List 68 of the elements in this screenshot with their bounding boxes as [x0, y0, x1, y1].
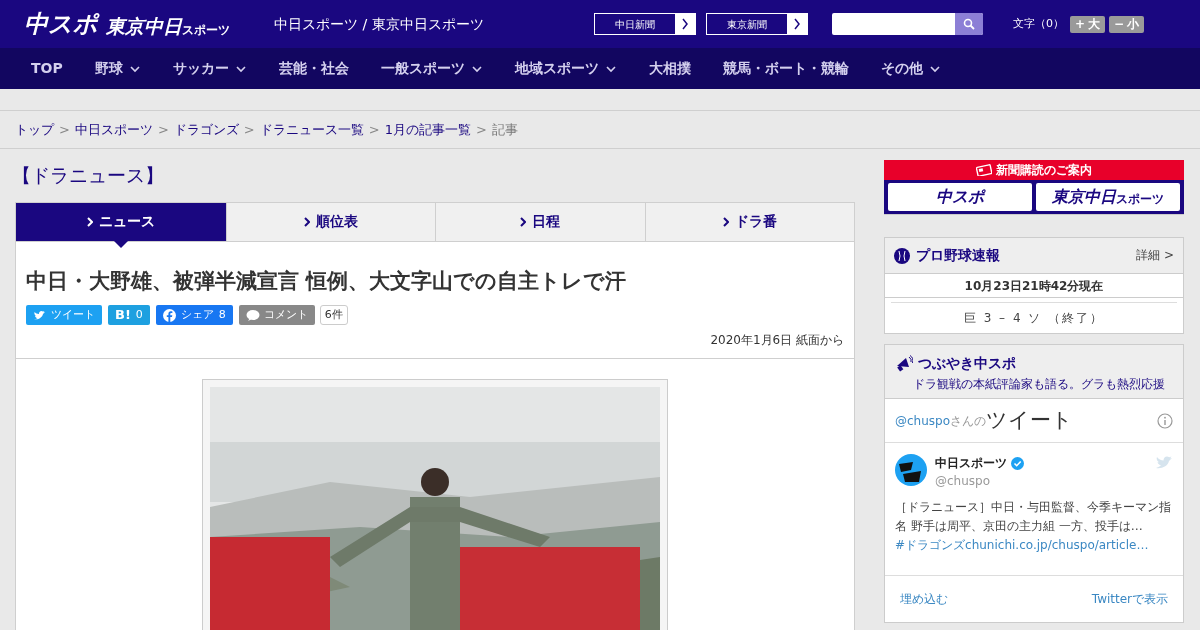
nav-item[interactable]: 一般スポーツ — [380, 58, 483, 79]
newspaper-icon — [976, 164, 992, 176]
tab[interactable]: ニュース — [16, 202, 226, 241]
subscription-banner[interactable]: 新聞購読のご案内 中スポ 東京中日スポーツ — [884, 160, 1184, 215]
chevron-icon — [722, 216, 729, 227]
article-headline: 中日・大野雄、被弾半減宣言 恒例、大文字山での自主トレで汗 — [26, 267, 628, 295]
hashtag-link[interactable]: #ドラゴンズ — [895, 538, 966, 552]
nav-item[interactable]: サッカー — [172, 58, 247, 79]
chevron-icon — [303, 216, 310, 227]
nav-item[interactable]: 競馬・ボート・競輪 — [722, 58, 849, 79]
game-score: 巨 3 – 4 ソ （終了） — [963, 310, 1105, 327]
breadcrumb-link[interactable]: ドラゴンズ — [173, 119, 239, 140]
share-button[interactable]: シェア 8 — [155, 305, 233, 325]
breadcrumb-separator: > — [368, 120, 380, 139]
chevron-icon — [520, 216, 527, 227]
chevron-icon — [681, 18, 689, 30]
handle-link[interactable]: @chuspo — [895, 411, 951, 430]
verified-badge-icon — [1011, 456, 1024, 470]
footer-link[interactable]: Twitterで表示 — [1091, 590, 1168, 608]
site-title: 中日スポーツ / 東京中日スポーツ — [274, 14, 485, 34]
comment-button[interactable]: コメント — [238, 305, 315, 325]
nav-item[interactable]: TOP — [31, 58, 63, 79]
facebook-icon — [162, 308, 176, 322]
font-size-label: 文字（0） — [1013, 15, 1064, 32]
site-logo[interactable]: 中スポ — [24, 12, 98, 36]
comment-count: 6件 — [319, 305, 348, 325]
panel-title: プロ野球速報 — [916, 246, 1000, 265]
tweet-link[interactable]: chunichi.co.jp/chuspo/article… — [965, 538, 1149, 552]
breadcrumb-link[interactable]: 1月の記事一覧 — [384, 119, 471, 140]
speech-bubble-icon — [245, 308, 260, 322]
site-logo[interactable]: 東京中日スポーツ — [106, 17, 230, 36]
chevron-icon — [86, 216, 93, 227]
heading-text: さんの — [950, 412, 987, 428]
breadcrumb-link[interactable]: トップ — [15, 119, 54, 140]
timeline-heading: ツイート — [986, 406, 1074, 434]
breadcrumb-separator: > — [475, 120, 487, 139]
nav-item[interactable]: 野球 — [94, 58, 141, 79]
info-icon — [1157, 412, 1173, 429]
tweet-text: ［ドラニュース］中日・与田監督、今季キーマン指名 野手は周平、京田の主力組 一方、投手は… #ドラゴンズchunichi.co.jp/chuspo/article… — [895, 499, 1172, 554]
nav-item[interactable]: 地域スポーツ — [514, 58, 617, 79]
breadcrumb-current: 記事 — [491, 120, 518, 139]
breadcrumb-separator: > — [157, 120, 169, 139]
footer-link[interactable]: 埋め込む — [900, 590, 948, 608]
panel-subtitle: ドラ観戦の本紙評論家も語る。グラも熱烈応援 — [912, 376, 1166, 393]
nav-item[interactable]: その他 — [880, 58, 941, 79]
search-icon — [963, 18, 975, 30]
account-name: 中日スポーツ — [935, 455, 1007, 472]
search-field[interactable] — [832, 13, 983, 35]
partner-link[interactable]: 中日新聞 — [594, 13, 696, 35]
chevron-icon — [793, 18, 801, 30]
megaphone-icon — [895, 354, 913, 373]
twitter-bird-icon — [1156, 456, 1173, 470]
twitter-bird-icon — [33, 308, 46, 322]
breadcrumb-separator: > — [243, 120, 255, 139]
avatar-icon — [895, 454, 927, 486]
account-handle: @chuspo — [935, 473, 992, 490]
breadcrumb-link[interactable]: ドラニュース一覧 — [259, 119, 364, 140]
article-dateline: 2020年1月6日 紙面から — [709, 332, 844, 349]
partner-link[interactable]: 東京新聞 — [706, 13, 808, 35]
breadcrumb-separator: > — [59, 120, 70, 139]
detail-link[interactable]: 詳細 > — [1136, 246, 1174, 264]
nav-item[interactable]: 芸能・社会 — [278, 58, 349, 79]
breadcrumb-link[interactable]: 中日スポーツ — [74, 119, 153, 140]
panel-title: つぶやき中スポ — [918, 354, 1016, 373]
baseball-icon — [894, 247, 910, 264]
section-title: 【ドラニュース】 — [12, 163, 165, 188]
update-time: 10月23日21時42分現在 — [885, 274, 1183, 298]
nav-item[interactable]: 大相撲 — [648, 58, 691, 79]
